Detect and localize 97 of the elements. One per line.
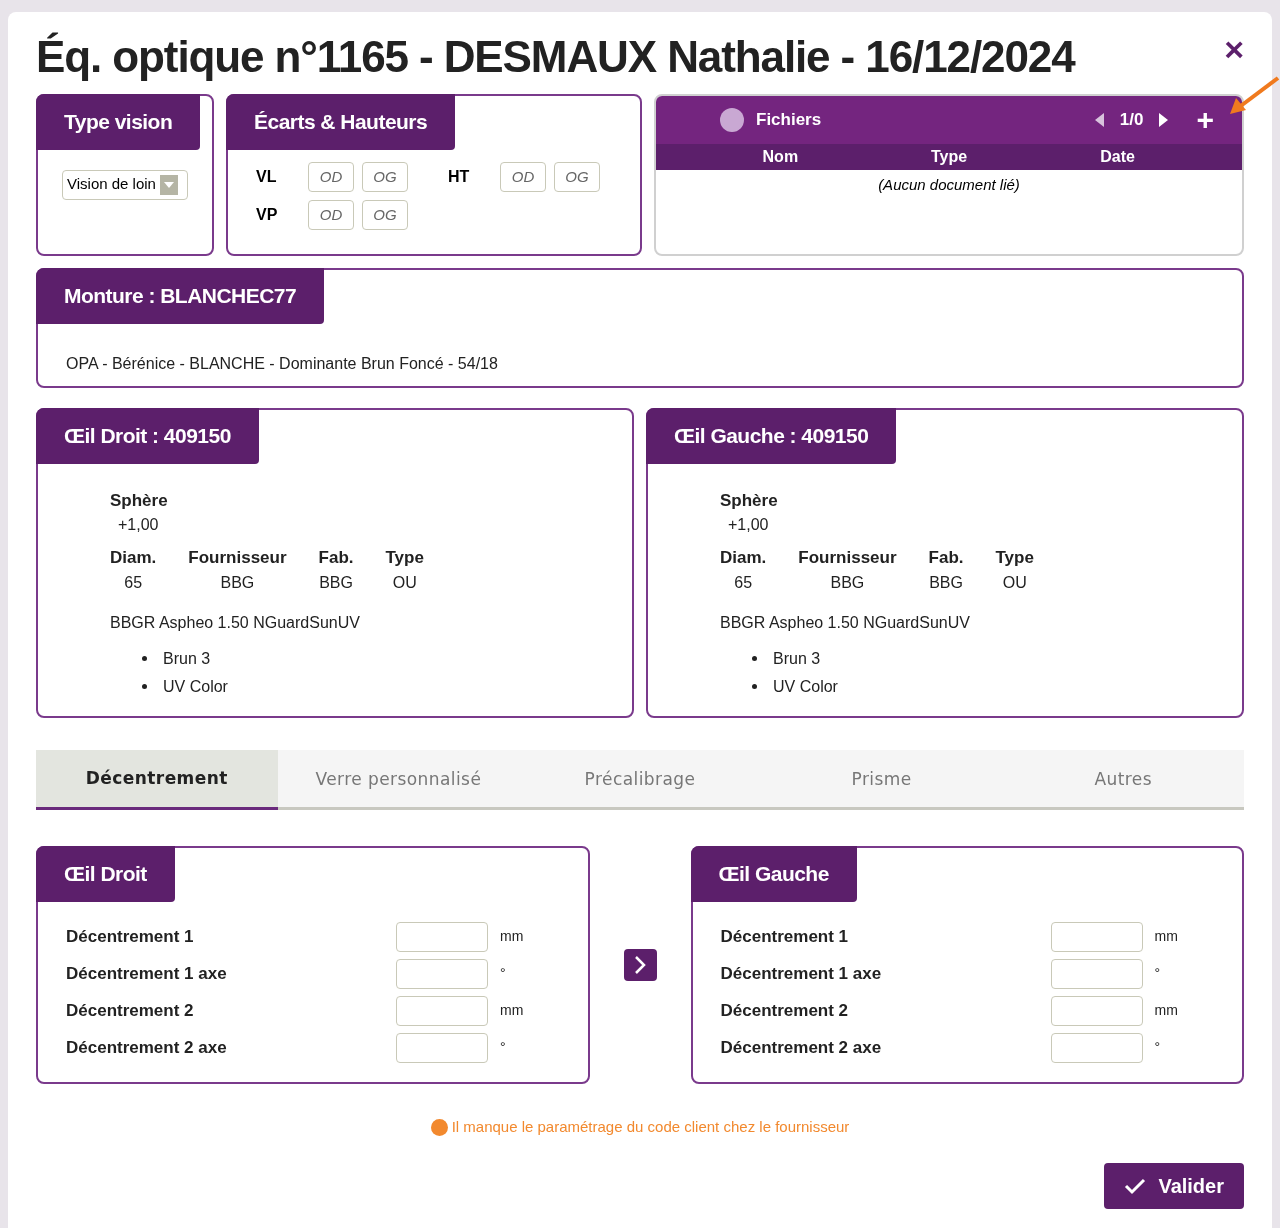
field-label: Sphère	[720, 489, 779, 512]
warning-icon	[430, 1118, 448, 1136]
field-label: Type	[385, 547, 424, 569]
card-title: Œil Droit : 409150	[36, 408, 259, 464]
option-item: Brun 3	[163, 648, 211, 669]
field-value: BBG	[929, 572, 963, 593]
lens-name: BBGR Aspheo 1.50 NGuardSunUV	[110, 612, 361, 633]
field-label: Décentrement 1	[66, 925, 195, 948]
number-field[interactable]	[1050, 958, 1143, 989]
field-label: Type	[995, 547, 1034, 569]
frame-description: OPA - Bérénice - BLANCHE - Dominante Brun Foncé - 54/18	[65, 353, 499, 374]
chevron-right-icon	[633, 955, 647, 975]
field-value: OU	[392, 572, 417, 593]
card-title: Monture : BLANCHEC77	[36, 268, 325, 324]
field-label: Fab.	[928, 547, 964, 569]
unit-label: mm	[500, 1001, 524, 1020]
tab[interactable]: Décentrement	[36, 750, 278, 810]
files-title: Fichiers	[756, 109, 822, 132]
number-field[interactable]	[1050, 995, 1143, 1026]
text-field[interactable]: OG	[554, 161, 600, 192]
field-value: +1,00	[727, 515, 770, 535]
copy-arrow-button[interactable]	[623, 949, 657, 981]
row-label: HT	[448, 166, 471, 187]
field-label: Décentrement 2	[66, 999, 195, 1022]
field-label: Fab.	[318, 547, 354, 569]
bullet-icon	[752, 684, 757, 689]
field-label: Diam.	[720, 547, 767, 569]
number-field[interactable]	[396, 958, 488, 989]
unit-label: mm	[1154, 1001, 1178, 1020]
field-label: Diam.	[110, 547, 157, 569]
field-label: Décentrement 2 axe	[66, 1036, 228, 1059]
number-field[interactable]	[1050, 921, 1143, 952]
bullet-icon	[142, 684, 147, 689]
field-label: Fournisseur	[798, 547, 897, 569]
pointer-arrow-icon	[1228, 74, 1280, 116]
info-icon	[720, 108, 744, 132]
close-button[interactable]: ×	[1224, 32, 1244, 66]
unit-label: °	[1154, 1038, 1161, 1057]
text-field[interactable]: OD	[500, 161, 546, 192]
tab[interactable]: Prisme	[760, 750, 1003, 810]
page-counter: 1/0	[1119, 109, 1144, 132]
field-value: +1,00	[117, 515, 160, 535]
dialog-title: Éq. optique n°1165 - DESMAUX Nathalie - 16/12/2024	[36, 31, 1075, 83]
field-label: Décentrement 1	[720, 925, 850, 948]
unit-label: °	[1154, 964, 1161, 983]
field-value: BBG	[319, 572, 353, 593]
field-value: OU	[1002, 572, 1027, 593]
dropdown-caret-icon	[159, 174, 178, 195]
row-label: VL	[256, 166, 278, 187]
card-title: Œil Droit	[36, 846, 175, 902]
bullet-icon	[142, 656, 147, 661]
add-button[interactable]: +	[1196, 105, 1214, 135]
column-header: Nom	[761, 147, 800, 167]
option-item: Brun 3	[773, 648, 821, 669]
field-label: Décentrement 1 axe	[66, 962, 228, 985]
empty-message: (Aucun document lié)	[877, 175, 1021, 195]
row-label: VP	[256, 204, 279, 225]
field-value: BBG	[830, 572, 865, 593]
text-field[interactable]: OD	[308, 161, 354, 192]
previous-icon[interactable]	[1094, 113, 1104, 127]
text-field[interactable]: OD	[308, 199, 354, 230]
text-field[interactable]: OG	[362, 199, 408, 230]
unit-label: °	[500, 964, 506, 983]
field-label: Sphère	[110, 489, 169, 512]
field-label: Fournisseur	[188, 547, 287, 569]
lens-name: BBGR Aspheo 1.50 NGuardSunUV	[720, 612, 971, 633]
unit-label: °	[500, 1038, 506, 1057]
text-field[interactable]: OG	[362, 161, 408, 192]
option-item: UV Color	[163, 676, 228, 697]
option-item: UV Color	[773, 676, 838, 697]
warning-message: Il manque le paramétrage du code client chez le fournisseur	[451, 1117, 850, 1137]
column-header: Type	[929, 147, 969, 167]
number-field[interactable]	[396, 1032, 488, 1063]
tab[interactable]: Autres	[1002, 750, 1244, 810]
number-field[interactable]	[396, 921, 488, 952]
tab[interactable]: Verre personnalisé	[277, 750, 520, 810]
unit-label: mm	[500, 927, 524, 946]
validate-button[interactable]: Valider	[1104, 1162, 1244, 1209]
card-title: Type vision	[36, 94, 201, 150]
next-icon[interactable]	[1159, 113, 1169, 127]
field-label: Décentrement 2	[720, 999, 850, 1022]
number-field[interactable]	[396, 995, 488, 1026]
field-value: 65	[734, 572, 753, 593]
vision-select[interactable]: Vision de loin	[62, 169, 188, 200]
field-value: BBG	[220, 572, 255, 593]
tab[interactable]: Précalibrage	[519, 750, 761, 810]
field-label: Décentrement 2 axe	[720, 1036, 883, 1059]
checkmark-icon	[1124, 1176, 1147, 1195]
bullet-icon	[752, 656, 757, 661]
number-field[interactable]	[1050, 1032, 1143, 1063]
card-title: Œil Gauche : 409150	[646, 408, 897, 464]
unit-label: mm	[1154, 927, 1178, 946]
card-title: Écarts & Hauteurs	[226, 94, 456, 150]
field-value: 65	[124, 572, 143, 593]
card-title: Œil Gauche	[690, 846, 857, 902]
field-label: Décentrement 1 axe	[720, 962, 883, 985]
column-header: Date	[1099, 147, 1136, 167]
